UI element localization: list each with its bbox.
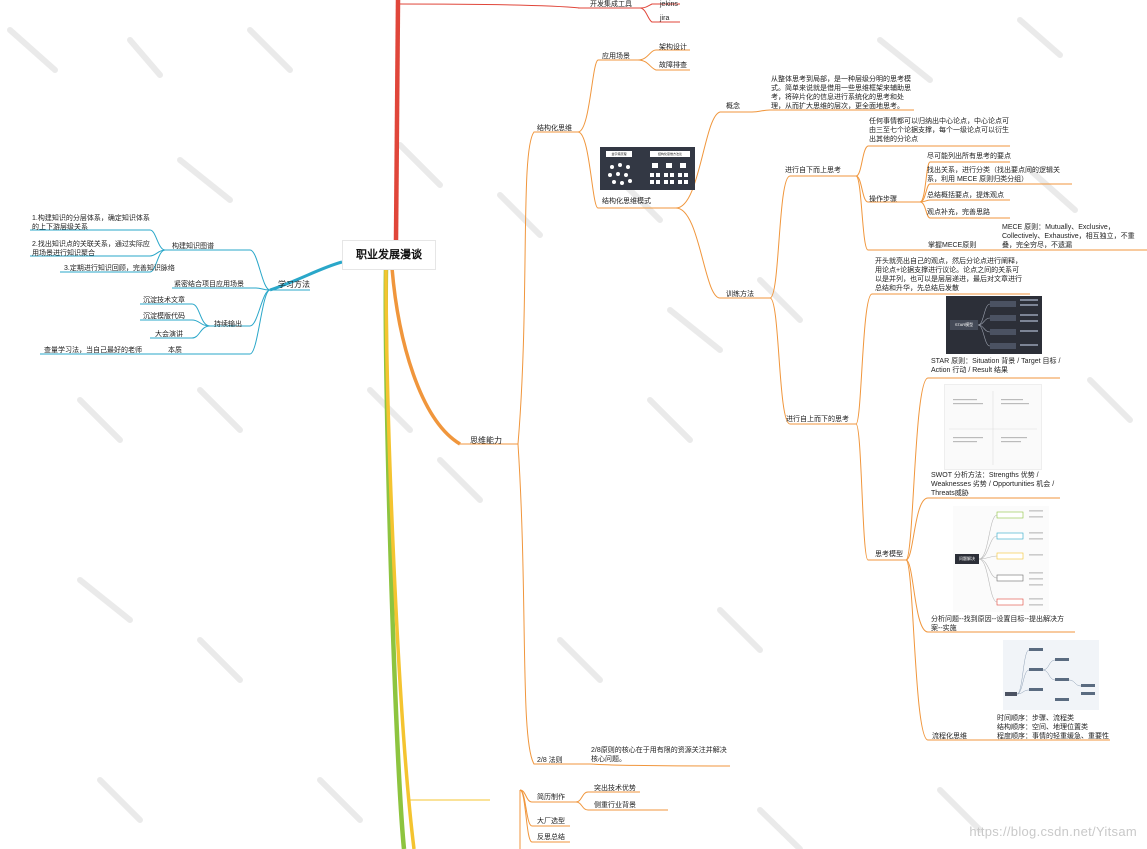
node-tool-jira[interactable]: jira (660, 14, 669, 23)
flow-thinking-thumbnail (1003, 640, 1099, 710)
node-swot[interactable]: SWOT 分析方法：Strengths 优势 / Weaknesses 劣势 /… (931, 471, 1059, 498)
node-resume-1[interactable]: 突出技术优势 (594, 784, 636, 793)
node-flow-3[interactable]: 程度顺序：事情的轻重缓急、重要性 (997, 732, 1109, 741)
node-output-1[interactable]: 沉淀技术文章 (143, 296, 185, 305)
node-bottom-1[interactable]: 大厂选型 (537, 817, 565, 826)
node-output-2[interactable]: 沉淀模版代码 (143, 312, 185, 321)
node-bottom-up-desc[interactable]: 任何事情都可以归纳出中心论点，中心论点可由三至七个论据支撑，每个一级论点可以衍生… (869, 117, 1009, 144)
node-knowledge-map[interactable]: 构建知识图谱 (172, 242, 214, 251)
node-km-3[interactable]: 3.定期进行知识回顾，完善知识脉络 (64, 264, 175, 273)
flow-thumbnail-branches (1005, 648, 1095, 701)
problem-thumbnail-branches (978, 510, 1043, 606)
node-step-2[interactable]: 找出关系，进行分类（找出要点间的逻辑关系，利用 MECE 原则归类分组） (927, 166, 1067, 184)
node-scenario-1[interactable]: 架构设计 (659, 43, 687, 52)
node-km-1[interactable]: 1.构建知识的分层体系，确定知识体系的上下游层级关系 (32, 214, 150, 232)
node-step-4[interactable]: 观点补充，完善思路 (927, 208, 990, 217)
node-flow-2[interactable]: 结构顺序：空间、地理位置类 (997, 723, 1088, 732)
node-concept-text[interactable]: 从整体思考到局部，是一种层级分明的思考模式。简单来说就是借用一些思维框架来辅助思… (771, 75, 911, 111)
node-scenario[interactable]: 应用场景 (602, 52, 630, 61)
node-project[interactable]: 紧密结合项目应用场景 (174, 280, 244, 289)
star-model-thumbnail: STAR模型 (946, 296, 1042, 354)
node-bottom-2[interactable]: 反思总结 (537, 833, 565, 842)
node-structured[interactable]: 结构化思维 (537, 124, 572, 133)
node-problem[interactable]: 分析问题--找到原因--设置目标--提出解决方案--实施 (931, 615, 1071, 633)
node-steps[interactable]: 操作步骤 (869, 195, 897, 204)
node-mece-text[interactable]: MECE 原则：Mutually、Exclusive，Collectively、… (1002, 223, 1144, 250)
node-top-down-desc[interactable]: 开头就亮出自己的观点，然后分论点进行阐释，用论点+论据支撑进行议论。论点之间的关… (875, 257, 1025, 293)
node-mece[interactable]: 掌握MECE原则 (928, 241, 976, 250)
node-star[interactable]: STAR 原则：Situation 背景 / Target 目标 / Actio… (931, 357, 1061, 375)
node-structured-mode[interactable]: 结构化思维模式 (602, 197, 651, 206)
node-training[interactable]: 训练方法 (726, 290, 754, 299)
node-top-down[interactable]: 进行自上而下的思考 (786, 415, 849, 424)
problem-solving-thumbnail: 问题解决 (953, 506, 1049, 612)
node-step-3[interactable]: 总结概括要点，提炼观点 (927, 191, 1004, 200)
node-output-3[interactable]: 大会演讲 (155, 330, 183, 339)
node-learning[interactable]: 学习方法 (278, 280, 310, 290)
swot-thumbnail-grid (949, 391, 1037, 465)
watermark: https://blog.csdn.net/Yitsam (969, 824, 1137, 839)
node-flow-1[interactable]: 时间顺序：步骤、流程类 (997, 714, 1074, 723)
node-concept[interactable]: 概念 (726, 102, 740, 111)
node-resume-2[interactable]: 侧重行业背景 (594, 801, 636, 810)
structured-thinking-thumbnail: 金字塔原理 结构化思维方法论 (600, 147, 695, 190)
node-rule-text[interactable]: 2/8原则的核心在于用有限的资源关注并解决核心问题。 (591, 746, 731, 764)
node-thinking[interactable]: 思维能力 (470, 436, 502, 446)
thumbnail-dots (608, 163, 688, 185)
node-models[interactable]: 思考模型 (875, 550, 903, 559)
node-step-1[interactable]: 尽可能列出所有思考的要点 (927, 152, 1011, 161)
node-tools-parent[interactable]: 开发集成工具 (590, 0, 632, 9)
node-scenario-2[interactable]: 故障排查 (659, 61, 687, 70)
node-km-2[interactable]: 2.找出知识点的关联关系，通过实际应用场景进行知识聚合 (32, 240, 150, 258)
node-output[interactable]: 持续输出 (214, 320, 242, 329)
star-thumbnail-branches (977, 299, 1038, 349)
node-rule[interactable]: 2/8 法则 (537, 756, 563, 765)
node-flow[interactable]: 流程化思维 (932, 732, 967, 741)
node-self-text[interactable]: 查量学习法，当自己最好的老师 (44, 346, 142, 355)
node-bottom-up[interactable]: 进行自下而上思考 (785, 166, 841, 175)
root-topic[interactable]: 职业发展漫谈 (342, 240, 436, 270)
node-self[interactable]: 本质 (168, 346, 182, 355)
swot-thumbnail (944, 384, 1042, 470)
node-resume[interactable]: 简历制作 (537, 793, 565, 802)
node-tool-jekins[interactable]: jekins (660, 0, 678, 9)
